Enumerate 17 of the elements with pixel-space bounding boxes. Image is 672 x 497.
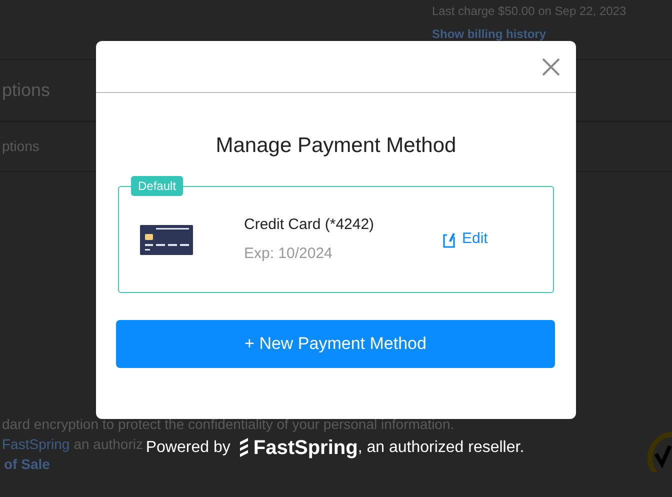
fastspring-logo-icon: [238, 438, 250, 458]
fastspring-brand: FastSpring: [253, 436, 358, 461]
close-button[interactable]: [540, 56, 562, 78]
powered-by-text: Powered by: [146, 438, 230, 458]
default-badge: Default: [131, 176, 184, 196]
dialog-title: Manage Payment Method: [214, 133, 458, 159]
credit-card-icon: [140, 224, 193, 254]
close-icon: [542, 58, 560, 76]
edit-button[interactable]: Edit: [443, 228, 488, 251]
card-expiry: Exp: 10/2024: [244, 244, 334, 264]
reseller-suffix: , an authorized reseller.: [358, 438, 524, 458]
new-payment-method-button[interactable]: + New Payment Method: [116, 320, 555, 368]
badge-icon: [646, 432, 672, 472]
fastspring-link[interactable]: FastSpring: [2, 434, 70, 454]
billing-history-link[interactable]: Show billing history: [432, 25, 672, 43]
card-name: Credit Card (*4242): [244, 215, 376, 235]
edit-icon: [443, 232, 455, 248]
